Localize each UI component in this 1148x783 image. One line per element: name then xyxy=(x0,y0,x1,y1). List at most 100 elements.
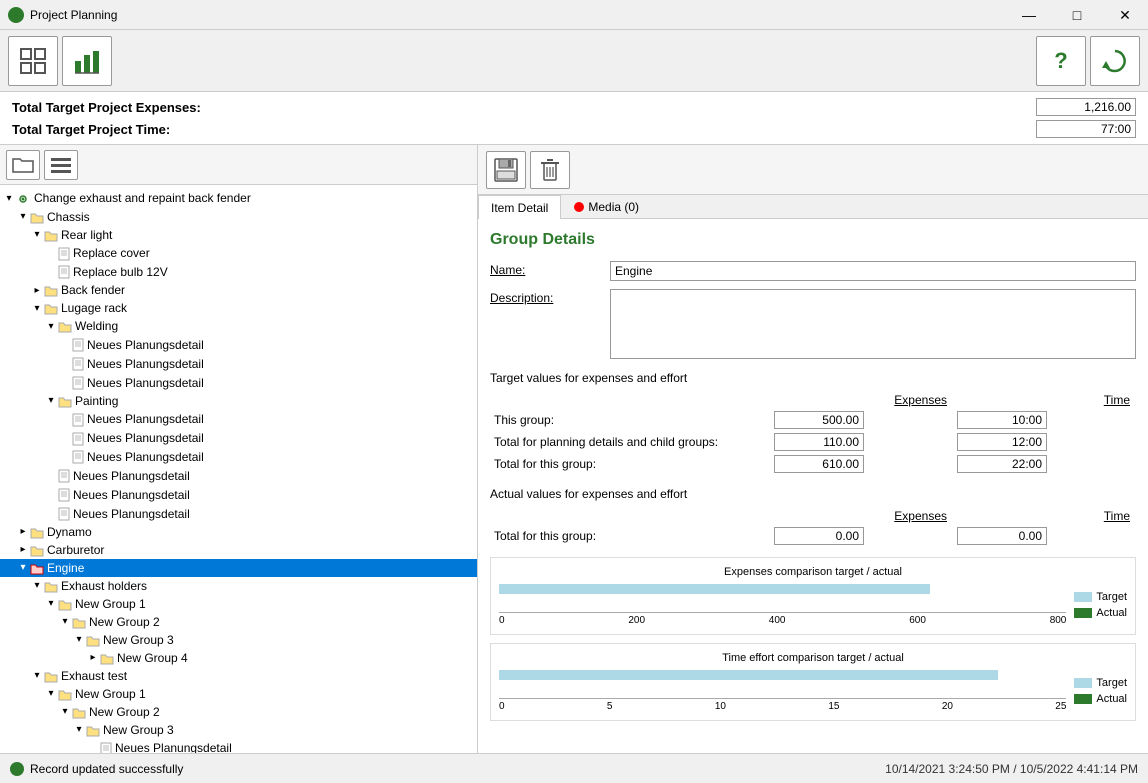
tree-item[interactable]: ▾Exhaust test xyxy=(0,667,477,685)
tree-item[interactable]: Neues Planungsdetail xyxy=(0,429,477,448)
close-button[interactable]: ✕ xyxy=(1102,0,1148,30)
tree-expand-icon[interactable]: ▾ xyxy=(16,211,30,222)
tree-expand-icon[interactable]: ▾ xyxy=(2,193,16,204)
tab-media[interactable]: Media (0) xyxy=(561,195,652,218)
actual-time-input[interactable] xyxy=(957,527,1047,545)
this-group-expenses-cell xyxy=(770,409,953,431)
name-input[interactable] xyxy=(610,261,1136,281)
tree-expand-icon[interactable]: ▾ xyxy=(30,303,44,314)
tree-item[interactable]: ▾ Chassis xyxy=(0,208,477,226)
expenses-target-legend: Target xyxy=(1074,591,1127,603)
tree-item[interactable]: ▾Welding xyxy=(0,317,477,335)
tree-item-icon xyxy=(72,375,84,390)
tree-item[interactable]: ▾New Group 1 xyxy=(0,685,477,703)
tree-expand-icon[interactable]: ▾ xyxy=(44,598,58,609)
tree-item[interactable]: ▾New Group 3 xyxy=(0,631,477,649)
tree-item[interactable]: Neues Planungsdetail xyxy=(0,466,477,485)
tree-item[interactable]: Neues Planungsdetail xyxy=(0,373,477,392)
list-view-button[interactable] xyxy=(44,150,78,180)
tree-item[interactable]: ▾New Group 1 xyxy=(0,595,477,613)
time-chart-title: Time effort comparison target / actual xyxy=(499,652,1127,664)
tree-item[interactable]: ▸Carburetor xyxy=(0,541,477,559)
tree-expand-icon[interactable]: ▾ xyxy=(58,706,72,717)
tree-item-icon xyxy=(44,579,58,593)
tree-item-label: Chassis xyxy=(47,210,90,224)
folder-view-button[interactable] xyxy=(6,150,40,180)
tree-item[interactable]: Replace bulb 12V xyxy=(0,263,477,282)
right-toolbar xyxy=(478,145,1148,195)
tree-item-icon xyxy=(58,597,72,611)
tree-expand-icon[interactable]: ▾ xyxy=(30,229,44,240)
tree-item[interactable]: ▾Exhaust holders xyxy=(0,577,477,595)
tree-item-icon xyxy=(58,468,70,483)
chart-toolbar-button[interactable] xyxy=(62,36,112,86)
tree-item[interactable]: Replace cover xyxy=(0,244,477,263)
description-input[interactable] xyxy=(610,289,1136,359)
tree-item[interactable]: ▸New Group 4 xyxy=(0,649,477,667)
list-icon xyxy=(50,156,72,174)
tree-item[interactable]: ▾New Group 2 xyxy=(0,613,477,631)
delete-icon xyxy=(537,157,563,183)
tree-expand-icon[interactable]: ▸ xyxy=(30,285,44,296)
time-chart-area: 0 5 10 15 20 25 Target xyxy=(499,670,1127,712)
expenses-value[interactable] xyxy=(1036,98,1136,116)
description-row: Description: xyxy=(490,289,1136,359)
save-button[interactable] xyxy=(486,151,526,189)
total-planning-expenses-input[interactable] xyxy=(774,433,864,451)
minimize-button[interactable]: — xyxy=(1006,0,1052,30)
actual-expenses-header: Expenses xyxy=(770,507,953,525)
tree-item[interactable]: Neues Planungsdetail xyxy=(0,335,477,354)
tree-expand-icon[interactable]: ▸ xyxy=(86,652,100,663)
total-planning-time-input[interactable] xyxy=(957,433,1047,451)
this-group-label: This group: xyxy=(490,409,770,431)
tree-item[interactable]: ▾Rear light xyxy=(0,226,477,244)
tree-item[interactable]: ▾Painting xyxy=(0,392,477,410)
tree-item[interactable]: ▸Dynamo xyxy=(0,523,477,541)
tree-item[interactable]: ▾New Group 3 xyxy=(0,721,477,739)
total-planning-time-cell xyxy=(953,431,1136,453)
tree-expand-icon[interactable]: ▾ xyxy=(44,321,58,332)
tree-item[interactable]: ▾Change exhaust and repaint back fender xyxy=(0,189,477,208)
tree-item-label: Lugage rack xyxy=(61,301,127,315)
expenses-chart-inner: 0 200 400 600 800 xyxy=(499,584,1066,626)
total-group-expenses-input[interactable] xyxy=(774,455,864,473)
tree-expand-icon[interactable]: ▾ xyxy=(44,395,58,406)
this-group-expenses-input[interactable] xyxy=(774,411,864,429)
tree-expand-icon[interactable]: ▾ xyxy=(30,580,44,591)
refresh-button[interactable] xyxy=(1090,36,1140,86)
tree-item-icon xyxy=(72,412,84,427)
tree-item[interactable]: Neues Planungsdetail xyxy=(0,739,477,753)
tree-item[interactable]: Neues Planungsdetail xyxy=(0,485,477,504)
tree-item-icon xyxy=(58,506,70,521)
tree-item[interactable]: ▾New Group 2 xyxy=(0,703,477,721)
tree-item[interactable]: Neues Planungsdetail xyxy=(0,354,477,373)
tab-item-detail[interactable]: Item Detail xyxy=(478,195,561,219)
tree-item[interactable]: Neues Planungsdetail xyxy=(0,448,477,467)
tree-item[interactable]: ▸Back fender xyxy=(0,281,477,299)
tree-expand-icon[interactable]: ▸ xyxy=(16,526,30,537)
tree-expand-icon[interactable]: ▾ xyxy=(44,688,58,699)
total-group-time-input[interactable] xyxy=(957,455,1047,473)
tree-item[interactable]: ▾ Lugage rack xyxy=(0,299,477,317)
tree-expand-icon[interactable]: ▾ xyxy=(72,634,86,645)
tab-item-detail-label: Item Detail xyxy=(491,201,548,215)
delete-button[interactable] xyxy=(530,151,570,189)
group-details-title: Group Details xyxy=(490,231,1136,249)
tree-expand-icon[interactable]: ▾ xyxy=(58,616,72,627)
this-group-time-input[interactable] xyxy=(957,411,1047,429)
time-value[interactable] xyxy=(1036,120,1136,138)
grid-toolbar-button[interactable] xyxy=(8,36,58,86)
status-datetime: 10/14/2021 3:24:50 PM / 10/5/2022 4:41:1… xyxy=(885,762,1138,776)
tree-expand-icon[interactable]: ▾ xyxy=(30,670,44,681)
tree-item[interactable]: Neues Planungsdetail xyxy=(0,410,477,429)
tree-item[interactable]: Neues Planungsdetail xyxy=(0,504,477,523)
actual-expenses-input[interactable] xyxy=(774,527,864,545)
help-button[interactable]: ? xyxy=(1036,36,1086,86)
maximize-button[interactable]: □ xyxy=(1054,0,1100,30)
tree-area[interactable]: ▾Change exhaust and repaint back fender▾… xyxy=(0,185,477,753)
tree-item[interactable]: ▾Engine xyxy=(0,559,477,577)
tree-expand-icon[interactable]: ▾ xyxy=(16,562,30,573)
tree-expand-icon[interactable]: ▸ xyxy=(16,544,30,555)
app-icon xyxy=(8,7,24,23)
tree-expand-icon[interactable]: ▾ xyxy=(72,724,86,735)
